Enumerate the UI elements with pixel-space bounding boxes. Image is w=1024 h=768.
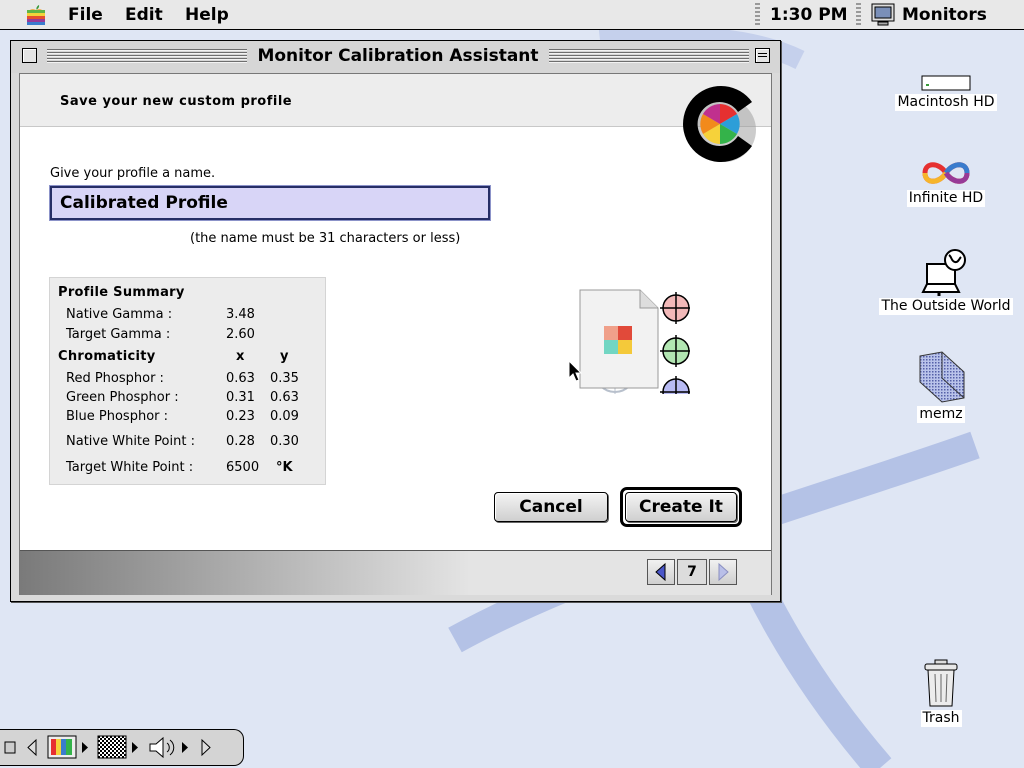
chromaticity-heading: Chromaticity bbox=[58, 349, 156, 364]
monitor-bit-depth-icon[interactable] bbox=[46, 734, 94, 761]
title-bar-stripes bbox=[549, 49, 749, 63]
profile-name-input[interactable] bbox=[49, 185, 491, 221]
blue-phosphor-label: Blue Phosphor : bbox=[66, 409, 169, 424]
infinity-drive-icon bbox=[922, 162, 970, 184]
green-phosphor-y: 0.63 bbox=[270, 390, 299, 405]
active-app-label: Monitors bbox=[902, 5, 987, 25]
menu-bar: File Edit Help 1:30 PM Monitors bbox=[0, 0, 1024, 30]
calibration-window: Monitor Calibration Assistant Save your … bbox=[10, 40, 781, 602]
hard-drive-icon bbox=[921, 75, 971, 91]
window-title: Monitor Calibration Assistant bbox=[257, 46, 539, 66]
menu-separator bbox=[856, 3, 861, 27]
native-gamma-label: Native Gamma : bbox=[66, 307, 173, 322]
colorsync-logo-icon bbox=[683, 86, 756, 162]
native-white-point-x: 0.28 bbox=[226, 434, 255, 449]
native-white-point-label: Native White Point : bbox=[66, 434, 195, 449]
speaker-volume-icon[interactable] bbox=[146, 734, 194, 761]
menu-help[interactable]: Help bbox=[185, 5, 229, 25]
profile-name-hint: (the name must be 31 characters or less) bbox=[190, 231, 461, 246]
previous-page-button[interactable] bbox=[647, 559, 675, 585]
desktop-icon-label: Macintosh HD bbox=[895, 94, 997, 111]
desktop-icon-memz[interactable]: memz bbox=[871, 350, 1011, 423]
step-title: Save your new custom profile bbox=[60, 94, 293, 109]
apple-menu-icon[interactable] bbox=[24, 4, 48, 26]
window-content: Save your new custom profile Give your p… bbox=[19, 73, 772, 595]
close-box-icon[interactable] bbox=[22, 48, 37, 63]
control-strip-handle[interactable] bbox=[222, 729, 244, 766]
green-phosphor-x: 0.31 bbox=[226, 390, 255, 405]
window-title-bar[interactable]: Monitor Calibration Assistant bbox=[11, 41, 780, 73]
folder-icon bbox=[919, 351, 965, 403]
profile-name-label: Give your profile a name. bbox=[50, 166, 216, 181]
target-white-point-label: Target White Point : bbox=[66, 460, 194, 475]
control-strip-scroll-icon[interactable] bbox=[196, 734, 220, 761]
title-bar-stripes bbox=[47, 49, 247, 63]
desktop-icon-label: Trash bbox=[920, 710, 962, 727]
desktop-icon-label: The Outside World bbox=[879, 298, 1013, 315]
page-number: 7 bbox=[677, 559, 707, 585]
arrow-left-icon bbox=[655, 562, 666, 582]
red-phosphor-x: 0.63 bbox=[226, 371, 255, 386]
monitor-resolution-icon[interactable] bbox=[96, 734, 144, 761]
trash-icon bbox=[924, 659, 958, 707]
mouse-cursor-icon bbox=[568, 360, 583, 382]
profile-summary-panel: Profile Summary Native Gamma : 3.48 Targ… bbox=[49, 277, 326, 485]
target-white-point-value: 6500 bbox=[226, 460, 260, 475]
red-phosphor-label: Red Phosphor : bbox=[66, 371, 164, 386]
default-button-ring: Create It bbox=[620, 487, 742, 527]
desktop-icon-infinite-hd[interactable]: Infinite HD bbox=[876, 158, 1016, 207]
control-strip-collapse-icon[interactable] bbox=[2, 734, 44, 761]
red-phosphor-y: 0.35 bbox=[270, 371, 299, 386]
chromaticity-y-header: y bbox=[280, 349, 289, 364]
next-page-button[interactable] bbox=[709, 559, 737, 585]
native-white-point-y: 0.30 bbox=[270, 434, 299, 449]
desktop-icon-trash[interactable]: Trash bbox=[871, 658, 1011, 727]
blue-phosphor-x: 0.23 bbox=[226, 409, 255, 424]
menu-edit[interactable]: Edit bbox=[125, 5, 163, 25]
target-gamma-value: 2.60 bbox=[226, 327, 255, 342]
create-it-button[interactable]: Create It bbox=[625, 492, 737, 522]
desktop-icon-label: Infinite HD bbox=[906, 190, 986, 207]
green-phosphor-label: Green Phosphor : bbox=[66, 390, 179, 405]
globe-computer-icon bbox=[921, 249, 966, 296]
step-header: Save your new custom profile bbox=[20, 74, 771, 127]
desktop-icon-label: memz bbox=[917, 406, 965, 423]
target-white-point-unit: °K bbox=[276, 460, 293, 475]
native-gamma-value: 3.48 bbox=[226, 307, 255, 322]
control-strip bbox=[0, 729, 250, 767]
cancel-button[interactable]: Cancel bbox=[494, 492, 608, 522]
menu-separator bbox=[755, 3, 760, 27]
blue-phosphor-y: 0.09 bbox=[270, 409, 299, 424]
target-gamma-label: Target Gamma : bbox=[66, 327, 171, 342]
menu-clock[interactable]: 1:30 PM bbox=[770, 5, 848, 25]
assistant-footer: 7 bbox=[20, 550, 771, 595]
arrow-right-icon bbox=[718, 562, 729, 582]
desktop-icon-macintosh-hd[interactable]: Macintosh HD bbox=[876, 74, 1016, 111]
page-navigator: 7 bbox=[647, 559, 741, 587]
collapse-box-icon[interactable] bbox=[755, 48, 770, 63]
desktop-icon-outside-world[interactable]: The Outside World bbox=[876, 248, 1016, 315]
menu-file[interactable]: File bbox=[68, 5, 103, 25]
chromaticity-x-header: x bbox=[236, 349, 245, 364]
summary-heading: Profile Summary bbox=[58, 285, 185, 300]
monitor-icon bbox=[871, 3, 895, 26]
